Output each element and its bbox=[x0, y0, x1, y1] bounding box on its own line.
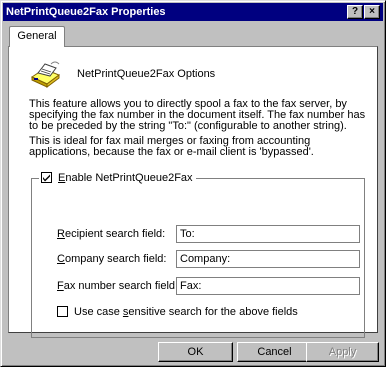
case-sensitive-label: Use case sensitive search for the above … bbox=[74, 306, 298, 318]
close-button[interactable]: × bbox=[364, 5, 380, 19]
company-search-input[interactable] bbox=[176, 250, 360, 268]
enable-checkbox-row[interactable]: Enable NetPrintQueue2Fax bbox=[39, 171, 196, 185]
cancel-button[interactable]: Cancel bbox=[237, 342, 312, 362]
fax-number-field-label: Fax number search field: bbox=[57, 280, 179, 292]
recipient-search-input[interactable] bbox=[176, 225, 360, 243]
enable-checkbox[interactable] bbox=[41, 172, 52, 183]
help-button[interactable]: ? bbox=[347, 5, 363, 19]
fax-number-search-input[interactable] bbox=[176, 277, 360, 295]
header-title: NetPrintQueue2Fax Options bbox=[77, 68, 216, 80]
title-bar[interactable]: NetPrintQueue2Fax Properties ? × bbox=[3, 3, 383, 21]
case-sensitive-checkbox[interactable] bbox=[57, 306, 68, 317]
description-paragraph-1: This feature allows you to directly spoo… bbox=[29, 98, 366, 132]
enable-label: Enable NetPrintQueue2Fax bbox=[58, 172, 193, 184]
ok-button[interactable]: OK bbox=[158, 342, 233, 362]
company-field-label: Company search field: bbox=[57, 253, 167, 265]
apply-button[interactable]: Apply bbox=[306, 342, 379, 362]
recipient-field-label: Recipient search field: bbox=[57, 228, 166, 240]
description-paragraph-2: This is ideal for fax mail merges or fax… bbox=[29, 135, 314, 158]
tab-general[interactable]: General bbox=[9, 26, 65, 47]
window-title: NetPrintQueue2Fax Properties bbox=[6, 6, 166, 18]
case-sensitive-row[interactable]: Use case sensitive search for the above … bbox=[57, 306, 298, 318]
general-panel: NetPrintQueue2Fax Options This feature a… bbox=[8, 46, 378, 338]
checkmark-icon bbox=[43, 174, 50, 182]
properties-dialog: NetPrintQueue2Fax Properties ? × General… bbox=[0, 0, 386, 367]
printer-fax-icon bbox=[30, 61, 61, 88]
